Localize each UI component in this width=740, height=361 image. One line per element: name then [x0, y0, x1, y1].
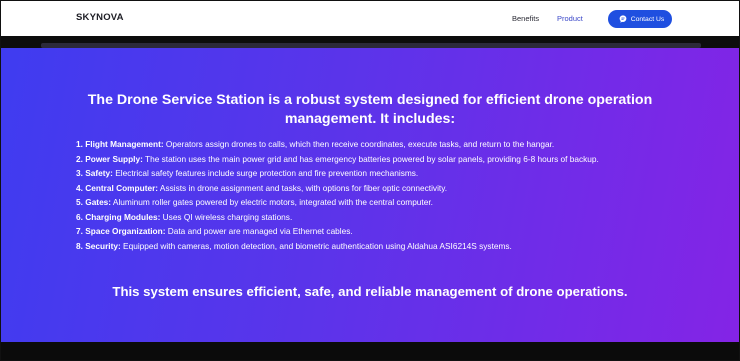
- list-item: 2. Power Supply: The station uses the ma…: [76, 153, 599, 164]
- list-item: 8. Security: Equipped with cameras, moti…: [76, 240, 512, 251]
- list-item: 5. Gates: Aluminum roller gates powered …: [76, 197, 433, 207]
- browser-viewport: SKYNOVA Benefits Product Contact Us The …: [0, 0, 740, 361]
- hero-footer: This system ensures efficient, safe, and…: [112, 284, 628, 299]
- feature-list: 1. Flight Management: Operators assign d…: [76, 137, 676, 253]
- dark-band-bottom: [1, 342, 739, 360]
- list-item: 1. Flight Management: Operators assign d…: [76, 139, 555, 149]
- chat-bubble-icon: [619, 15, 627, 23]
- list-item: 4. Central Computer: Assists in drone as…: [76, 182, 448, 193]
- contact-us-button[interactable]: Contact Us: [608, 10, 672, 28]
- contact-us-label: Contact Us: [630, 15, 665, 23]
- navbar: SKYNOVA Benefits Product Contact Us: [1, 1, 739, 36]
- hero-section: The Drone Service Station is a robust sy…: [1, 48, 739, 342]
- dark-band-top: [1, 36, 739, 48]
- list-item: 6. Charging Modules: Uses QI wireless ch…: [76, 211, 293, 222]
- list-item: 7. Space Organization: Data and power ar…: [76, 226, 353, 236]
- nav-link-product[interactable]: Product: [557, 14, 583, 23]
- list-item: 3. Safety: Electrical safety features in…: [76, 168, 419, 178]
- nav-link-benefits[interactable]: Benefits: [512, 14, 539, 23]
- hero-title: The Drone Service Station is a robust sy…: [87, 92, 653, 127]
- brand-logo[interactable]: SKYNOVA: [76, 12, 124, 23]
